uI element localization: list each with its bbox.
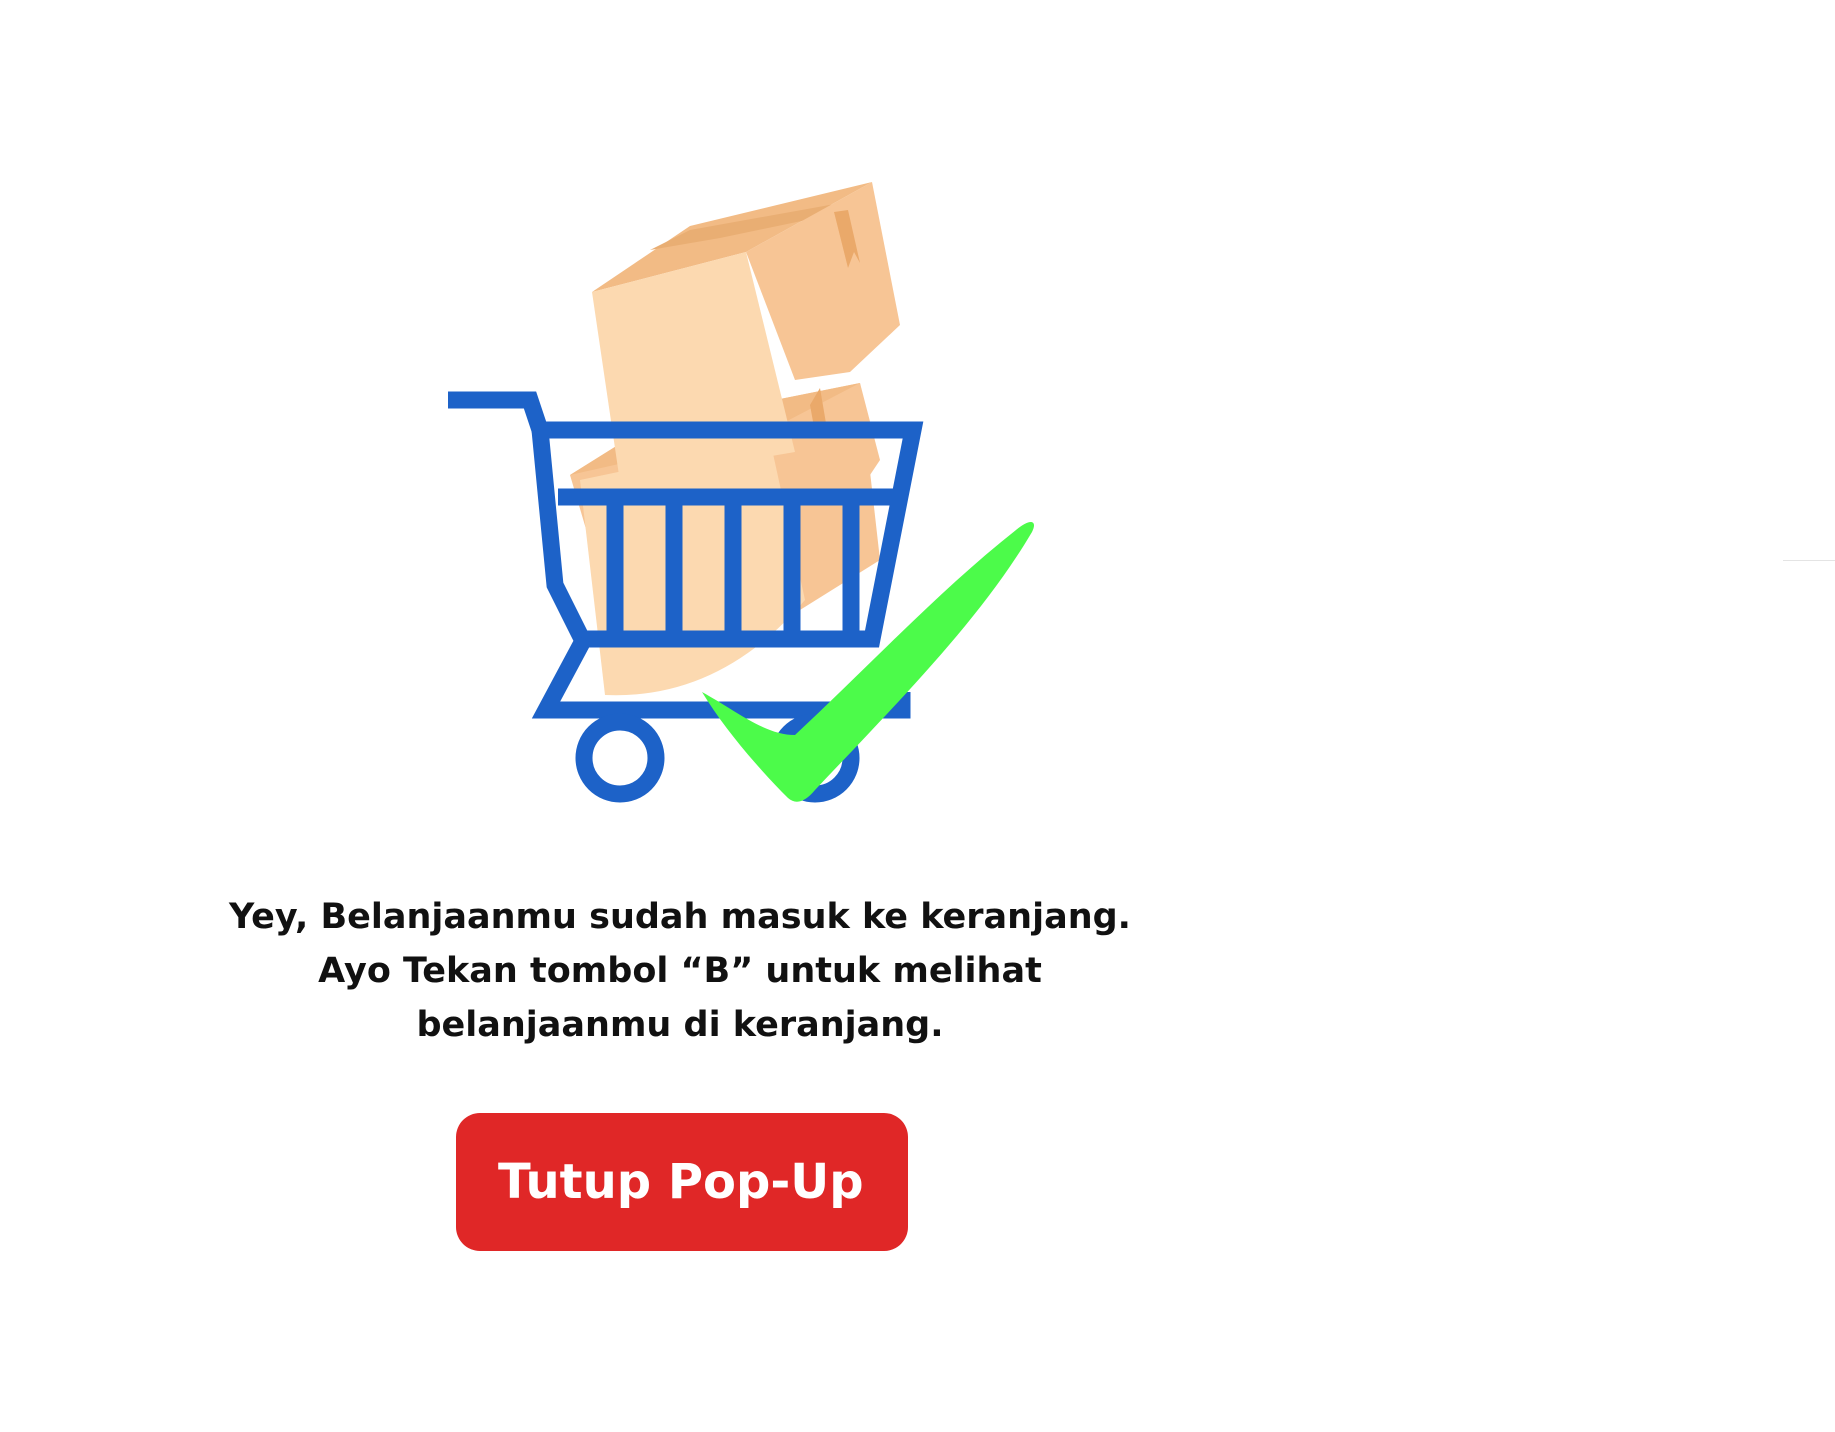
- divider: [1783, 560, 1835, 561]
- popup-page: Yey, Belanjaanmu sudah masuk ke keranjan…: [0, 0, 1835, 1432]
- cart-success-message: Yey, Belanjaanmu sudah masuk ke keranjan…: [229, 897, 1131, 1045]
- close-popup-button[interactable]: Tutup Pop-Up: [456, 1113, 908, 1251]
- cart-success-illustration: [420, 160, 1060, 840]
- cart-wheel-icon: [575, 713, 665, 803]
